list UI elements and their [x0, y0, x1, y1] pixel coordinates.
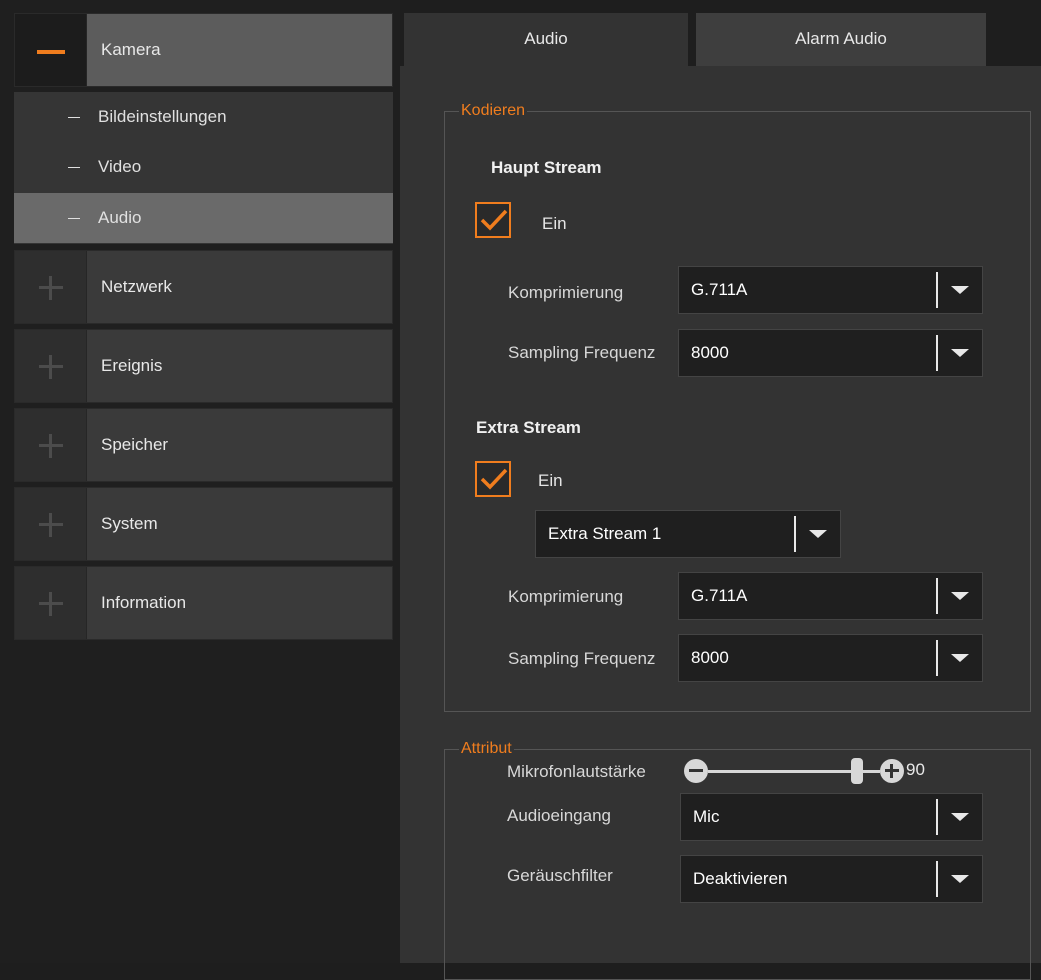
main-stream-title: Haupt Stream	[491, 158, 602, 177]
dash-icon	[68, 166, 80, 168]
sidebar-item-label: Bildeinstellungen	[98, 107, 227, 126]
sidebar-category-system[interactable]: System	[14, 487, 393, 561]
plus-icon-stroke	[49, 276, 52, 300]
slider-track-end	[863, 770, 880, 773]
extra-stream-select[interactable]: Extra Stream 1	[535, 510, 841, 558]
camera-submenu: Bildeinstellungen Video Audio	[14, 92, 393, 244]
extra-stream-title: Extra Stream	[476, 418, 581, 437]
expand-icon-box	[15, 409, 87, 481]
sidebar-category-label: Kamera	[101, 40, 161, 59]
minus-icon	[37, 50, 65, 54]
mic-volume-label: Mikrofonlautstärke	[507, 762, 646, 781]
sidebar-category-label: System	[101, 514, 158, 533]
plus-icon-stroke	[49, 592, 52, 616]
slider-thumb[interactable]	[851, 758, 864, 784]
dropdown-arrow-icon	[796, 511, 840, 557]
select-value: Deaktivieren	[693, 869, 788, 888]
sidebar-item-label: Audio	[98, 208, 142, 227]
dropdown-arrow-icon	[938, 267, 982, 313]
main-compression-label: Komprimierung	[508, 283, 624, 302]
sidebar-category-information[interactable]: Information	[14, 566, 393, 640]
extra-sampling-label: Sampling Frequenz	[508, 649, 656, 668]
audio-input-select[interactable]: Mic	[680, 793, 983, 841]
dropdown-arrow-icon	[938, 330, 982, 376]
select-value: G.711A	[691, 280, 748, 299]
dropdown-arrow-icon	[938, 635, 982, 681]
sidebar-category-label: Speicher	[101, 435, 169, 454]
sidebar-category-netzwerk[interactable]: Netzwerk	[14, 250, 393, 324]
mic-volume-value: 90	[906, 760, 925, 779]
sidebar-item-bildeinstellungen[interactable]: Bildeinstellungen	[14, 92, 393, 142]
extra-sampling-select[interactable]: 8000	[678, 634, 983, 682]
noise-filter-label: Geräuschfilter	[507, 866, 613, 885]
dash-icon	[68, 116, 80, 118]
sidebar-item-video[interactable]: Video	[14, 142, 393, 192]
audio-input-label: Audioeingang	[507, 806, 611, 825]
expand-icon-box	[15, 330, 87, 402]
sidebar-category-speicher[interactable]: Speicher	[14, 408, 393, 482]
expand-icon-box	[15, 567, 87, 639]
slider-track	[708, 770, 852, 773]
dropdown-arrow-icon	[938, 573, 982, 619]
main-stream-enable-checkbox[interactable]	[475, 202, 511, 238]
select-value: Mic	[693, 807, 720, 826]
sidebar-item-audio[interactable]: Audio	[14, 193, 393, 243]
expand-icon-box	[15, 251, 87, 323]
tab-bar: Audio Alarm Audio	[400, 0, 1041, 66]
extra-stream-enable-checkbox[interactable]	[475, 461, 511, 497]
sidebar-category-label: Information	[101, 593, 187, 612]
main-stream-enable-label: Ein	[542, 214, 567, 233]
main-compression-select[interactable]: G.711A	[678, 266, 983, 314]
collapse-icon-box	[15, 14, 87, 86]
plus-icon-stroke	[49, 513, 52, 537]
expand-icon-box	[15, 488, 87, 560]
sidebar-category-ereignis[interactable]: Ereignis	[14, 329, 393, 403]
sidebar-category-label: Ereignis	[101, 356, 163, 375]
extra-compression-select[interactable]: G.711A	[678, 572, 983, 620]
main-sampling-select[interactable]: 8000	[678, 329, 983, 377]
noise-filter-select[interactable]: Deaktivieren	[680, 855, 983, 903]
decrease-volume-button[interactable]	[684, 759, 708, 783]
select-value: G.711A	[691, 586, 748, 605]
main-sampling-label: Sampling Frequenz	[508, 343, 656, 362]
sidebar-category-label: Netzwerk	[101, 277, 172, 296]
main-panel: Audio Alarm Audio Kodieren Haupt Stream …	[400, 0, 1041, 980]
select-value: Extra Stream 1	[548, 524, 662, 543]
sidebar-item-label: Video	[98, 157, 142, 176]
settings-sidebar: Kamera Bildeinstellungen Video Audio Net…	[0, 0, 400, 963]
checkmark-icon	[480, 209, 508, 231]
minus-icon	[689, 769, 703, 772]
extra-stream-enable-label: Ein	[538, 471, 563, 490]
tab-alarm-audio[interactable]: Alarm Audio	[696, 13, 986, 66]
mic-volume-slider[interactable]: 90	[684, 757, 944, 787]
select-value: 8000	[691, 648, 729, 667]
encode-legend: Kodieren	[461, 102, 526, 119]
sidebar-category-kamera[interactable]: Kamera	[14, 13, 393, 87]
select-value: 8000	[691, 343, 729, 362]
checkmark-icon	[480, 468, 508, 490]
dropdown-arrow-icon	[938, 856, 982, 902]
plus-icon-stroke	[890, 764, 893, 778]
plus-icon-stroke	[49, 434, 52, 458]
encode-group: Kodieren	[444, 102, 1031, 712]
dropdown-arrow-icon	[938, 794, 982, 840]
attribute-legend: Attribut	[461, 740, 512, 757]
tab-audio[interactable]: Audio	[404, 13, 688, 66]
extra-compression-label: Komprimierung	[508, 587, 624, 606]
plus-icon-stroke	[49, 355, 52, 379]
dash-icon	[68, 217, 80, 219]
increase-volume-button[interactable]	[880, 759, 904, 783]
